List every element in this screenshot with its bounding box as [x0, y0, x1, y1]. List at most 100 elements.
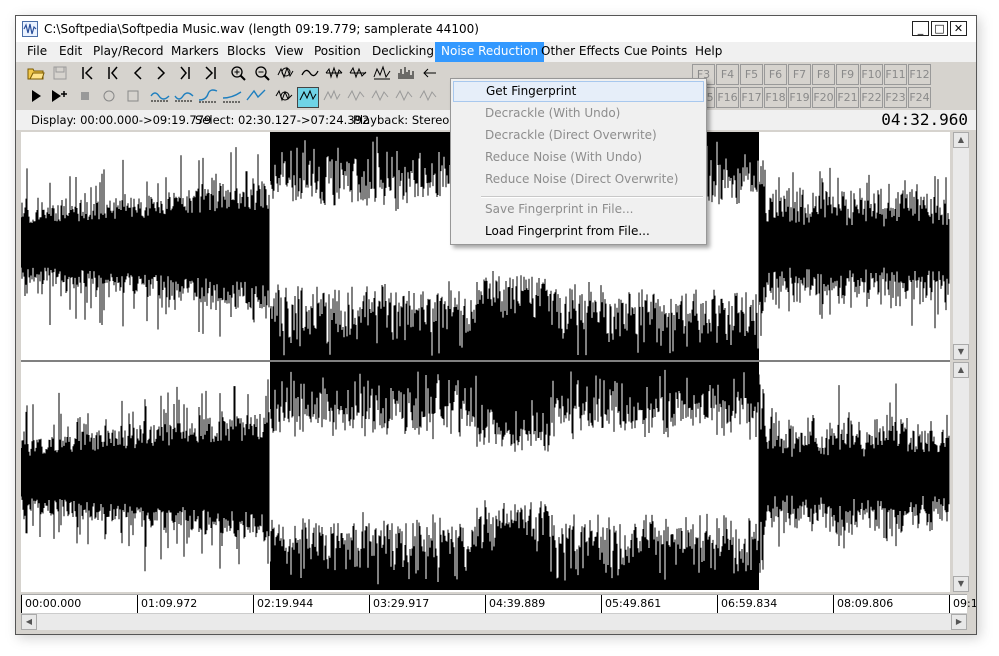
time-tick: 05:49.861 [601, 595, 661, 613]
current-time: 04:32.960 [881, 110, 968, 129]
menu-load-fingerprint[interactable]: Load Fingerprint from File... [453, 221, 704, 242]
time-tick: 01:09.972 [137, 595, 197, 613]
function-key-f19[interactable]: F19 [788, 87, 811, 108]
function-key-f9[interactable]: F9 [836, 64, 859, 85]
function-key-f17[interactable]: F17 [740, 87, 763, 108]
menu-decrackle-overwrite[interactable]: Decrackle (Direct Overwrite) [453, 125, 704, 146]
wave-spectrum-icon[interactable] [395, 64, 417, 85]
function-key-f12[interactable]: F12 [908, 64, 931, 85]
save-icon[interactable] [49, 64, 71, 85]
crossfade-icon[interactable] [197, 87, 219, 108]
menu-edit[interactable]: Edit [53, 42, 88, 62]
scroll-left-icon[interactable]: ◀ [21, 614, 37, 630]
close-button[interactable]: ✕ [950, 21, 967, 36]
prev-marker-icon[interactable] [102, 64, 124, 85]
menu-cue-points[interactable]: Cue Points [618, 42, 693, 62]
filter-active-icon[interactable] [297, 87, 319, 108]
menu-blocks[interactable]: Blocks [221, 42, 272, 62]
filter-icon[interactable] [321, 87, 343, 108]
menu-position[interactable]: Position [308, 42, 367, 62]
time-tick: 06:59.834 [717, 595, 777, 613]
declick-icon[interactable] [273, 87, 295, 108]
wave-view-icon[interactable] [299, 64, 321, 85]
time-tick: 08:09.806 [833, 595, 893, 613]
fade-in-icon[interactable] [149, 87, 171, 108]
normalize-icon[interactable] [245, 87, 267, 108]
go-end-icon[interactable] [199, 64, 221, 85]
effect2-icon[interactable] [369, 87, 391, 108]
time-tick: 03:29.917 [369, 595, 429, 613]
time-ruler: 00:00.000 01:09.972 02:19.944 03:29.917 … [21, 594, 976, 613]
function-key-f10[interactable]: F10 [860, 64, 883, 85]
menu-declicking[interactable]: Declicking [366, 42, 440, 62]
horizontal-scrollbar[interactable]: ◀ ▶ [21, 613, 967, 630]
wave-select-icon[interactable] [371, 64, 393, 85]
fade-out-icon[interactable] [173, 87, 195, 108]
zoom-fit-icon[interactable] [275, 64, 297, 85]
menu-noise-reduction[interactable]: Noise Reduction [435, 42, 545, 62]
time-tick: 04:39.889 [485, 595, 545, 613]
function-key-f24[interactable]: F24 [908, 87, 931, 108]
menu-get-fingerprint[interactable]: Get Fingerprint [453, 81, 704, 102]
function-key-f22[interactable]: F22 [860, 87, 883, 108]
app-wave-icon [22, 21, 38, 37]
scroll-down-icon[interactable]: ▼ [953, 576, 969, 592]
minimize-button[interactable]: _ [912, 21, 929, 36]
function-key-f20[interactable]: F20 [812, 87, 835, 108]
function-key-f11[interactable]: F11 [884, 64, 907, 85]
next-marker-icon[interactable] [174, 64, 196, 85]
function-key-f23[interactable]: F23 [884, 87, 907, 108]
menu-reduce-noise-undo[interactable]: Reduce Noise (With Undo) [453, 147, 704, 168]
effect4-icon[interactable] [417, 87, 439, 108]
open-folder-icon[interactable] [25, 64, 47, 85]
wave-markers-icon[interactable] [323, 64, 345, 85]
noise-reduction-menu: Get Fingerprint Decrackle (With Undo) De… [450, 78, 707, 245]
move-left-icon[interactable] [418, 64, 440, 85]
step-forward-icon[interactable] [150, 64, 172, 85]
play-icon[interactable] [25, 87, 47, 108]
scroll-up-icon[interactable]: ▲ [953, 132, 969, 148]
menu-markers[interactable]: Markers [165, 42, 225, 62]
wave-cut-icon[interactable] [347, 64, 369, 85]
selection-range: Select: 02:30.127->07:24.392 [195, 113, 370, 127]
function-key-f6[interactable]: F6 [764, 64, 787, 85]
menu-play-record[interactable]: Play/Record [87, 42, 170, 62]
function-key-f7[interactable]: F7 [788, 64, 811, 85]
scroll-up-icon[interactable]: ▲ [953, 362, 969, 378]
menu-bar: File Edit Play/Record Markers Blocks Vie… [16, 42, 976, 62]
effect3-icon[interactable] [393, 87, 415, 108]
time-tick: 02:19.944 [253, 595, 313, 613]
loop-icon[interactable] [122, 87, 144, 108]
menu-separator [481, 196, 703, 198]
scroll-right-icon[interactable]: ▶ [951, 614, 967, 630]
scroll-down-icon[interactable]: ▼ [953, 344, 969, 360]
zoom-out-icon[interactable] [251, 64, 273, 85]
amplify-icon[interactable] [221, 87, 243, 108]
function-key-f5[interactable]: F5 [740, 64, 763, 85]
function-key-f21[interactable]: F21 [836, 87, 859, 108]
menu-reduce-noise-overwrite[interactable]: Reduce Noise (Direct Overwrite) [453, 169, 704, 190]
zoom-in-icon[interactable] [227, 64, 249, 85]
playback-mode: Playback: Stereo [353, 113, 450, 127]
function-key-f4[interactable]: F4 [716, 64, 739, 85]
stop-icon[interactable] [74, 87, 96, 108]
effect-icon[interactable] [345, 87, 367, 108]
channel-1-scrollbar[interactable]: ▲ ▼ [953, 132, 969, 360]
menu-decrackle-undo[interactable]: Decrackle (With Undo) [453, 103, 704, 124]
menu-view[interactable]: View [269, 42, 309, 62]
play-from-icon[interactable] [49, 87, 71, 108]
function-key-f18[interactable]: F18 [764, 87, 787, 108]
record-icon[interactable] [98, 87, 120, 108]
maximize-button[interactable]: □ [931, 21, 948, 36]
menu-file[interactable]: File [21, 42, 53, 62]
display-range: Display: 00:00.000->09:19.779 [31, 113, 212, 127]
menu-save-fingerprint[interactable]: Save Fingerprint in File... [453, 199, 704, 220]
menu-help[interactable]: Help [689, 42, 728, 62]
channel-2-scrollbar[interactable]: ▲ ▼ [953, 362, 969, 592]
go-start-icon[interactable] [77, 64, 99, 85]
function-key-f16[interactable]: F16 [716, 87, 739, 108]
step-back-icon[interactable] [127, 64, 149, 85]
function-key-f8[interactable]: F8 [812, 64, 835, 85]
title-bar[interactable]: C:\Softpedia\Softpedia Music.wav (length… [16, 16, 976, 43]
menu-other-effects[interactable]: Other Effects [535, 42, 626, 62]
